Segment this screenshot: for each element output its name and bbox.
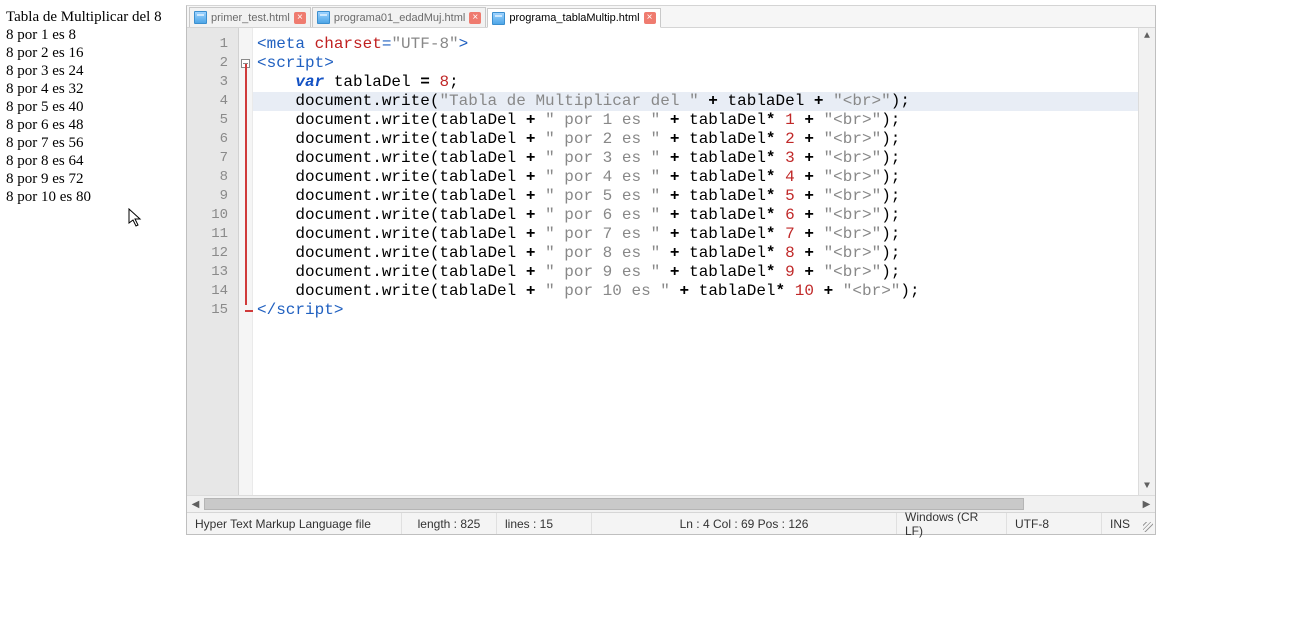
line-number: 9 bbox=[187, 187, 228, 206]
status-caret-position: Ln : 4 Col : 69 Pos : 126 bbox=[592, 513, 897, 534]
status-length: length : 825 bbox=[402, 513, 497, 534]
tab-label: primer_test.html bbox=[211, 12, 290, 24]
status-filetype: Hyper Text Markup Language file bbox=[187, 513, 402, 534]
output-line: 8 por 10 es 80 bbox=[6, 188, 180, 206]
file-icon bbox=[194, 11, 207, 24]
browser-output-pane: Tabla de Multiplicar del 8 8 por 1 es 88… bbox=[0, 0, 186, 229]
editor-body: 123456789101112131415 <meta charset="UTF… bbox=[187, 28, 1155, 495]
line-number: 8 bbox=[187, 168, 228, 187]
code-line[interactable]: document.write(tablaDel + " por 3 es " +… bbox=[257, 149, 1138, 168]
status-bar: Hyper Text Markup Language file length :… bbox=[187, 512, 1155, 534]
code-line[interactable]: document.write(tablaDel + " por 8 es " +… bbox=[257, 244, 1138, 263]
code-line[interactable]: document.write(tablaDel + " por 2 es " +… bbox=[257, 130, 1138, 149]
close-tab-icon[interactable]: × bbox=[469, 12, 481, 24]
resize-grip-icon[interactable] bbox=[1137, 513, 1155, 534]
hscroll-thumb[interactable] bbox=[204, 498, 1024, 510]
code-line[interactable]: document.write(tablaDel + " por 6 es " +… bbox=[257, 206, 1138, 225]
line-number: 1 bbox=[187, 35, 228, 54]
line-number-gutter: 123456789101112131415 bbox=[187, 28, 239, 495]
code-line[interactable]: <script> bbox=[257, 54, 1138, 73]
line-number: 4 bbox=[187, 92, 228, 111]
editor-tab[interactable]: programa01_edadMuj.html × bbox=[312, 7, 486, 27]
file-icon bbox=[317, 11, 330, 24]
code-line[interactable]: </script> bbox=[257, 301, 1138, 320]
output-line: 8 por 2 es 16 bbox=[6, 44, 180, 62]
code-line[interactable]: document.write(tablaDel + " por 4 es " +… bbox=[257, 168, 1138, 187]
output-line: 8 por 5 es 40 bbox=[6, 98, 180, 116]
code-line[interactable]: document.write(tablaDel + " por 1 es " +… bbox=[257, 111, 1138, 130]
status-insert-mode: INS bbox=[1102, 513, 1137, 534]
close-tab-icon[interactable]: × bbox=[294, 12, 306, 24]
line-number: 10 bbox=[187, 206, 228, 225]
line-number: 7 bbox=[187, 149, 228, 168]
output-line: 8 por 4 es 32 bbox=[6, 80, 180, 98]
code-editor-window: primer_test.html×programa01_edadMuj.html… bbox=[186, 5, 1156, 535]
tab-label: programa01_edadMuj.html bbox=[334, 12, 465, 24]
line-number: 11 bbox=[187, 225, 228, 244]
scroll-up-arrow-icon[interactable]: ▲ bbox=[1139, 28, 1155, 45]
scroll-right-arrow-icon[interactable]: ▶ bbox=[1138, 499, 1155, 510]
scroll-left-arrow-icon[interactable]: ◀ bbox=[187, 499, 204, 510]
line-number: 15 bbox=[187, 301, 228, 320]
code-line[interactable]: var tablaDel = 8; bbox=[257, 73, 1138, 92]
output-line: 8 por 9 es 72 bbox=[6, 170, 180, 188]
code-line[interactable]: document.write(tablaDel + " por 7 es " +… bbox=[257, 225, 1138, 244]
output-line: 8 por 3 es 24 bbox=[6, 62, 180, 80]
status-lines: lines : 15 bbox=[497, 513, 592, 534]
output-line: 8 por 6 es 48 bbox=[6, 116, 180, 134]
line-number: 12 bbox=[187, 244, 228, 263]
code-area[interactable]: <meta charset="UTF-8"><script> var tabla… bbox=[253, 28, 1138, 495]
code-line[interactable]: <meta charset="UTF-8"> bbox=[257, 35, 1138, 54]
line-number: 3 bbox=[187, 73, 228, 92]
output-title: Tabla de Multiplicar del 8 bbox=[6, 8, 180, 26]
line-number: 6 bbox=[187, 130, 228, 149]
line-number: 13 bbox=[187, 263, 228, 282]
close-tab-icon[interactable]: × bbox=[644, 12, 656, 24]
scroll-down-arrow-icon[interactable]: ▼ bbox=[1139, 478, 1155, 495]
line-number: 2 bbox=[187, 54, 228, 73]
line-number: 14 bbox=[187, 282, 228, 301]
editor-tabbar: primer_test.html×programa01_edadMuj.html… bbox=[187, 6, 1155, 28]
output-line: 8 por 7 es 56 bbox=[6, 134, 180, 152]
line-number: 5 bbox=[187, 111, 228, 130]
status-eol: Windows (CR LF) bbox=[897, 513, 1007, 534]
code-line[interactable]: document.write(tablaDel + " por 5 es " +… bbox=[257, 187, 1138, 206]
tab-label: programa_tablaMultip.html bbox=[509, 12, 639, 24]
fold-column bbox=[239, 28, 253, 495]
editor-tab[interactable]: programa_tablaMultip.html × bbox=[487, 8, 660, 28]
horizontal-scrollbar[interactable]: ◀ ▶ bbox=[187, 495, 1155, 512]
vertical-scrollbar[interactable]: ▲ ▼ bbox=[1138, 28, 1155, 495]
output-line: 8 por 8 es 64 bbox=[6, 152, 180, 170]
editor-tab[interactable]: primer_test.html × bbox=[189, 7, 311, 27]
output-line: 8 por 1 es 8 bbox=[6, 26, 180, 44]
status-encoding: UTF-8 bbox=[1007, 513, 1102, 534]
hscroll-track[interactable] bbox=[204, 496, 1138, 512]
file-icon bbox=[492, 12, 505, 25]
code-line[interactable]: document.write(tablaDel + " por 10 es " … bbox=[257, 282, 1138, 301]
code-line[interactable]: document.write(tablaDel + " por 9 es " +… bbox=[257, 263, 1138, 282]
